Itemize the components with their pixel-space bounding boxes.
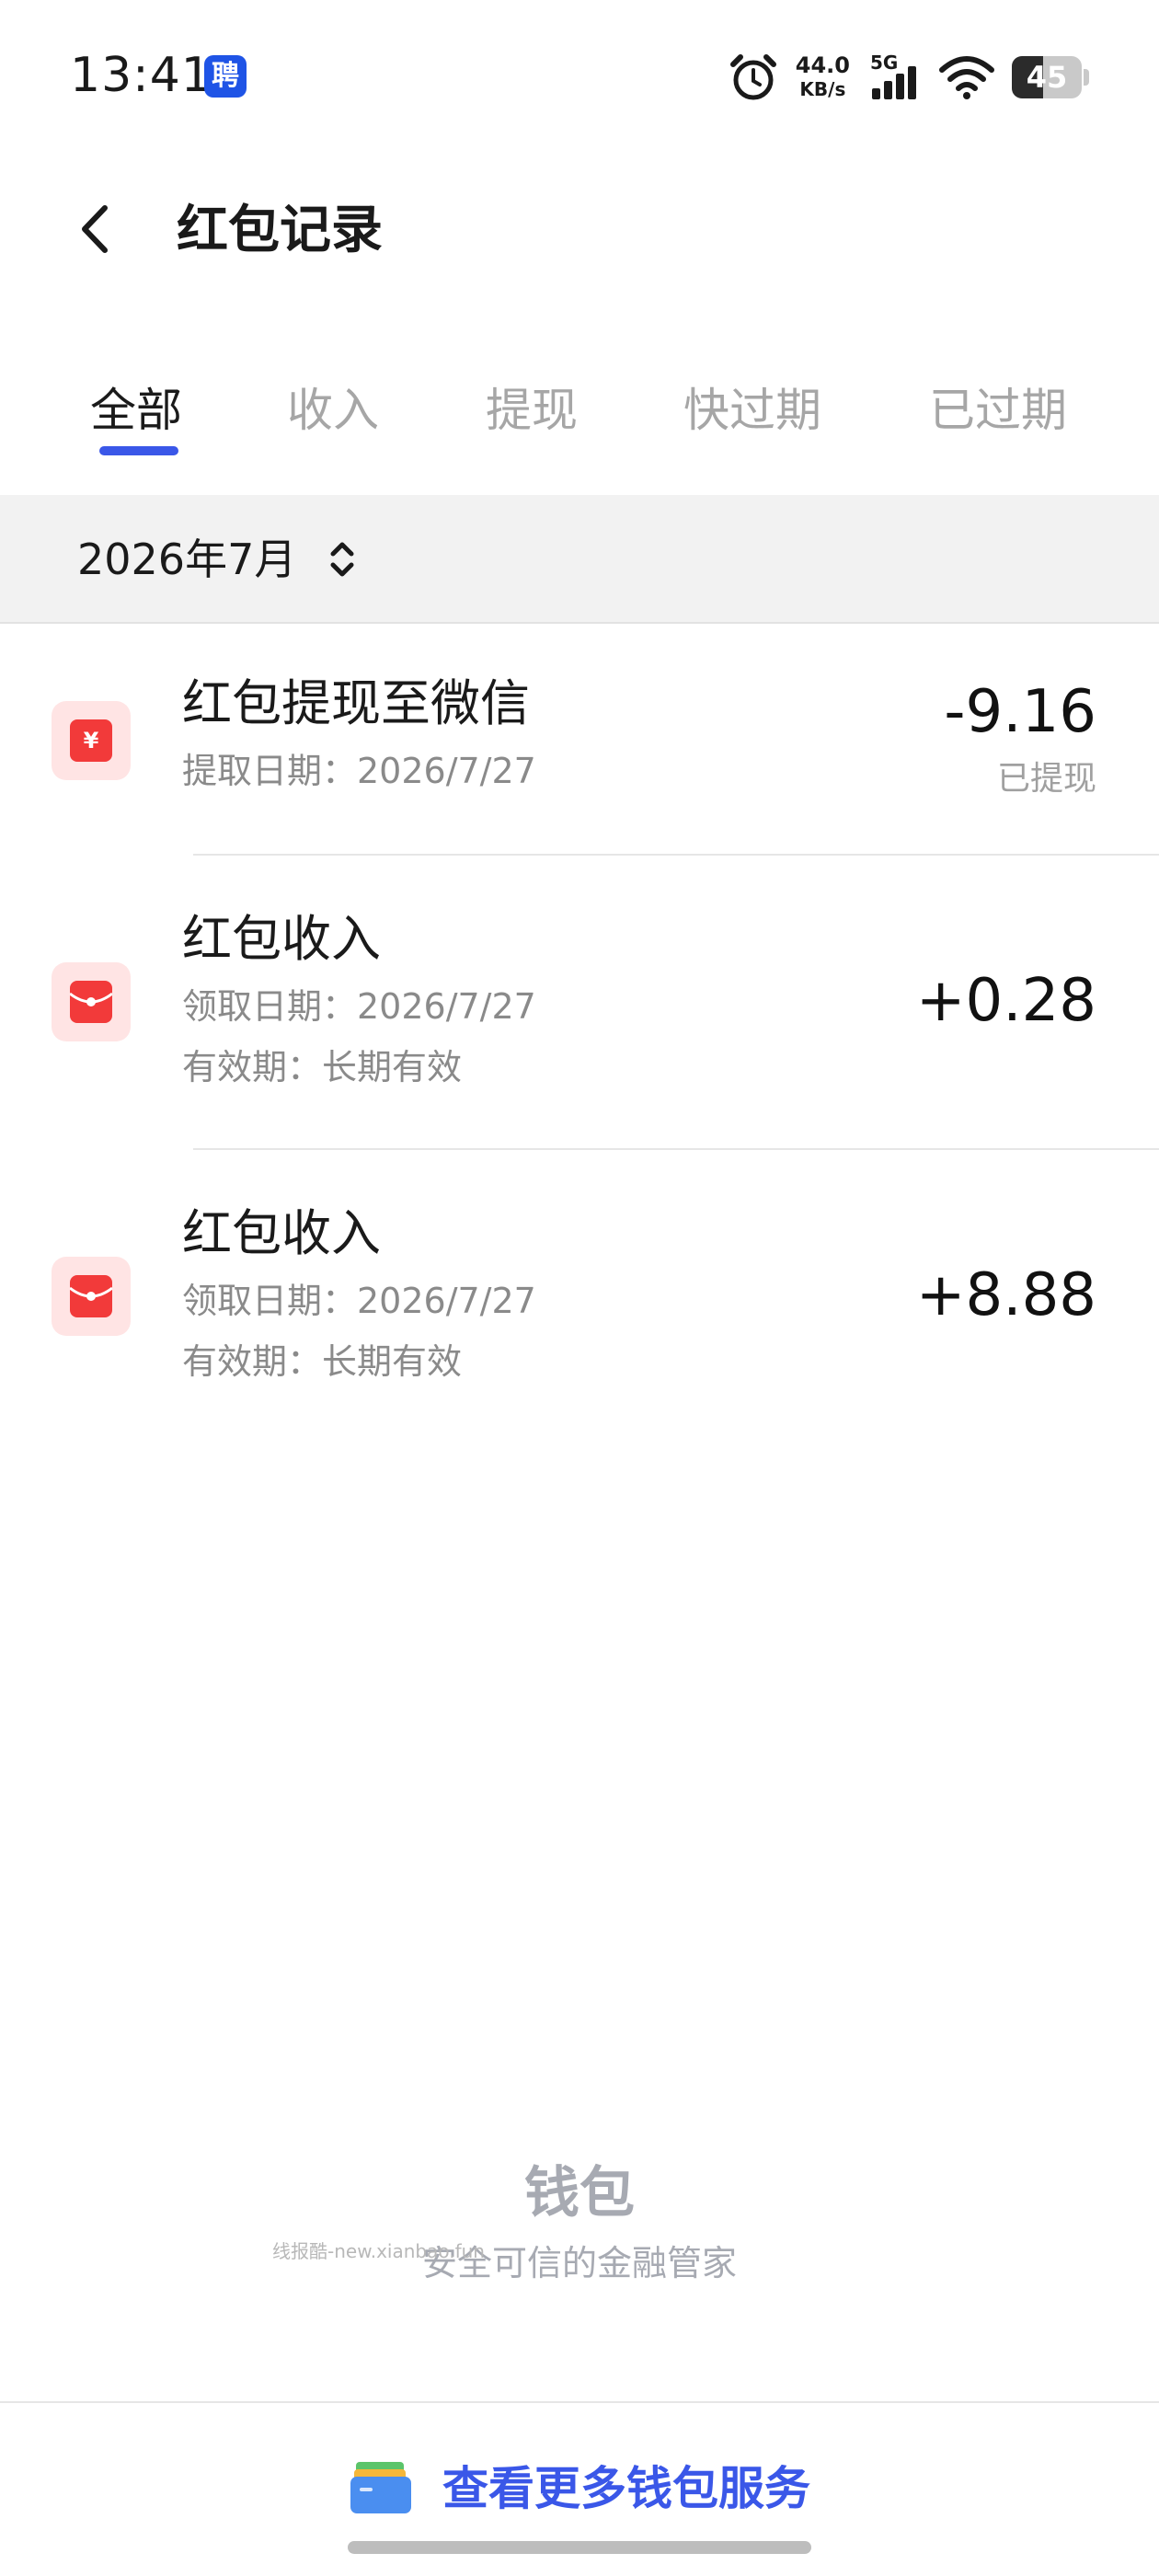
status-time: 13:41 — [70, 48, 212, 103]
wallet-cards-icon — [350, 2462, 411, 2513]
wallet-brand-title: 钱包 — [524, 2161, 635, 2225]
network-speed-value: 44.0 — [795, 52, 850, 78]
red-envelope-records-screen: 13:41 聘 44.0 KB/s 5G 45 红包记录 全部 收入 提现 快过… — [0, 0, 1159, 2576]
status-bar: 13:41 聘 44.0 KB/s 5G 45 — [0, 0, 1159, 156]
network-type: 5G — [870, 52, 899, 74]
alarm-clock-icon — [729, 54, 776, 100]
record-validity: 有效期：长期有效 — [182, 1047, 463, 1087]
record-amount: +0.28 — [915, 967, 1096, 1035]
app-notification-icon: 聘 — [204, 55, 247, 98]
tab-expired[interactable]: 已过期 — [929, 381, 1067, 440]
more-services-label: 查看更多钱包服务 — [442, 2462, 810, 2515]
record-status: 已提现 — [996, 760, 1096, 798]
page-title: 红包记录 — [177, 201, 383, 260]
sort-chevron-icon — [330, 542, 354, 577]
record-amount: +8.88 — [915, 1261, 1096, 1329]
record-item[interactable]: 红包收入 领取日期：2026/7/27 有效期：长期有效 +0.28 — [0, 856, 1159, 1148]
record-date: 领取日期：2026/7/27 — [182, 1281, 536, 1321]
signal-bar — [896, 74, 904, 99]
tab-withdraw[interactable]: 提现 — [486, 381, 578, 440]
wallet-brand-slogan: 安全可信的金融管家 — [421, 2243, 737, 2283]
record-date: 领取日期：2026/7/27 — [182, 986, 536, 1027]
signal-bar — [908, 66, 916, 99]
battery-level: 45 — [1026, 60, 1068, 95]
record-date: 提取日期：2026/7/27 — [182, 751, 536, 791]
active-tab-indicator — [99, 446, 178, 455]
record-title: 红包提现至微信 — [182, 674, 530, 732]
signal-bar — [872, 88, 880, 99]
record-validity: 有效期：长期有效 — [182, 1341, 463, 1382]
status-indicators: 44.0 KB/s 5G 45 — [728, 50, 1089, 105]
signal-bar — [884, 81, 892, 99]
red-envelope-icon — [52, 962, 131, 1041]
battery-tip — [1084, 69, 1089, 86]
back-arrow-icon[interactable] — [64, 197, 129, 261]
cellular-signal-icon: 5G — [868, 52, 922, 103]
month-picker[interactable]: 2026年7月 — [77, 530, 359, 589]
yuan-icon: ¥ — [52, 701, 131, 780]
more-wallet-services-button[interactable]: 查看更多钱包服务 — [0, 2447, 1159, 2530]
month-label: 2026年7月 — [77, 535, 297, 584]
footer-divider — [0, 2401, 1159, 2403]
watermark-text: 线报酷-new.xianbao.fun — [272, 2240, 485, 2262]
record-item[interactable]: ¥ 红包提现至微信 提取日期：2026/7/27 -9.16 已提现 — [0, 626, 1159, 856]
home-indicator[interactable] — [348, 2541, 811, 2554]
tab-income[interactable]: 收入 — [287, 381, 379, 440]
record-tabs: 全部 收入 提现 快过期 已过期 — [0, 368, 1159, 460]
month-filter-bar: 2026年7月 — [0, 495, 1159, 624]
network-speed: 44.0 KB/s — [796, 53, 850, 101]
app-header: 红包记录 — [0, 156, 1159, 304]
record-title: 红包收入 — [182, 1204, 381, 1262]
red-envelope-icon — [52, 1257, 131, 1336]
wifi-icon — [939, 56, 994, 99]
network-speed-unit: KB/s — [799, 78, 846, 100]
tab-expiring-soon[interactable]: 快过期 — [683, 381, 821, 440]
record-title: 红包收入 — [182, 910, 381, 968]
battery-icon: 45 — [1012, 56, 1082, 98]
record-item[interactable]: 红包收入 领取日期：2026/7/27 有效期：长期有效 +8.88 — [0, 1150, 1159, 1443]
tab-all[interactable]: 全部 — [90, 381, 182, 440]
record-amount: -9.16 — [944, 678, 1096, 746]
